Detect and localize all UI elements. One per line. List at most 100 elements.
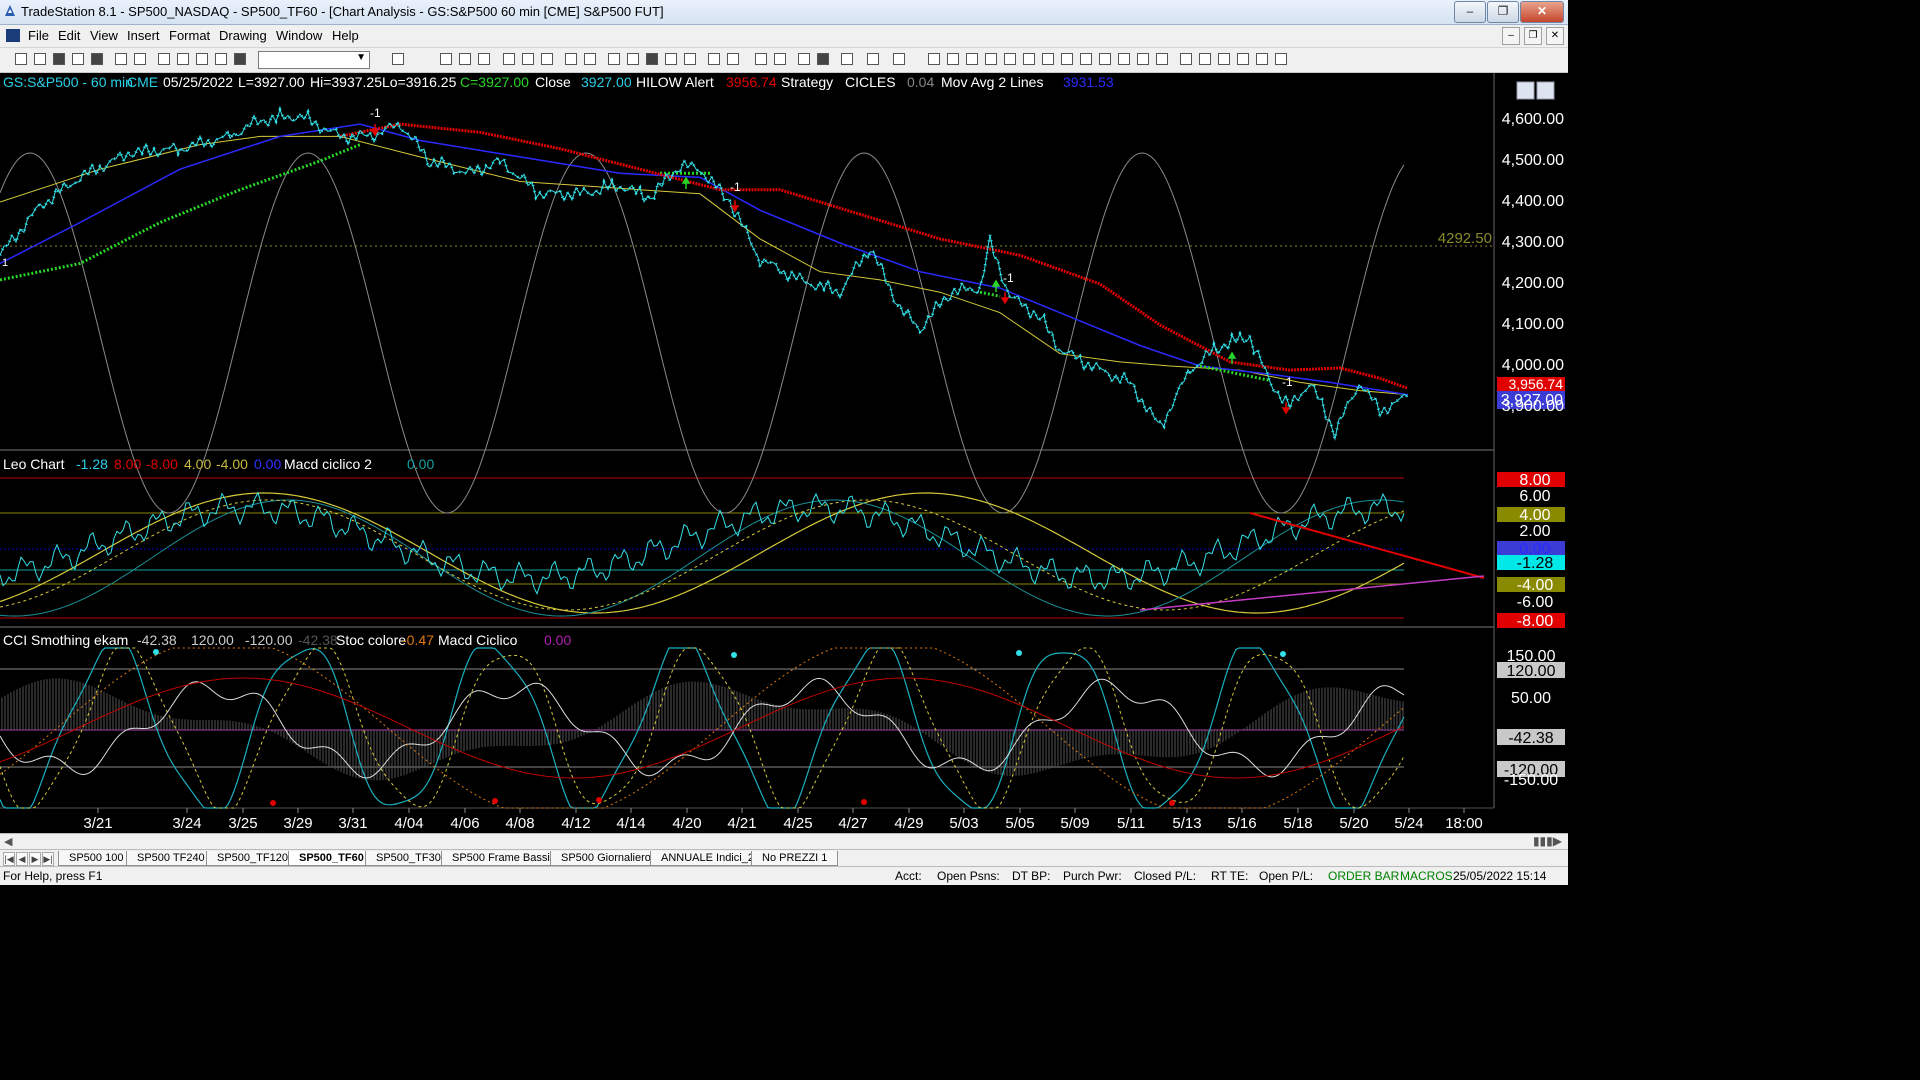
speed-line-icon[interactable] [1042,53,1054,65]
format-icon[interactable] [215,53,227,65]
arrow-down-icon[interactable] [1199,53,1211,65]
tab-annuale-indici-2[interactable]: ANNUALE Indici_2 [650,851,765,866]
mdi-minimize-button[interactable]: – [1502,27,1520,45]
record-icon[interactable] [234,53,246,65]
tab-next-icon[interactable]: ▶ [29,852,41,866]
text-icon[interactable] [1275,53,1287,65]
tab-sp500-frame-bassi[interactable]: SP500 Frame Bassi [441,851,561,866]
trendline-icon[interactable] [928,53,940,65]
chart-scrollbar[interactable]: ◀ ▮▮▮▶ [0,833,1568,850]
chart-window-icon[interactable] [6,29,20,42]
panel-restore-button[interactable] [1536,81,1555,100]
ellipse-icon[interactable] [1237,53,1249,65]
zoom-out-icon[interactable] [774,53,786,65]
scroll-bars-icon[interactable]: ▮▮▮▶ [1533,834,1562,848]
tab-first-icon[interactable]: |◀ [3,852,15,866]
arc-icon[interactable] [1004,53,1016,65]
menu-window[interactable]: Window [276,28,322,43]
tab-sp500-tf60[interactable]: SP500_TF60 [288,851,375,866]
menu-edit[interactable]: Edit [58,28,80,43]
curve-icon[interactable] [1180,53,1192,65]
regression-icon[interactable] [1061,53,1073,65]
strategy-icon[interactable] [565,53,577,65]
lookup-icon[interactable] [392,53,404,65]
gann-fan-icon[interactable] [1023,53,1035,65]
zoom-in-icon[interactable] [755,53,767,65]
maximize-button[interactable]: ❐ [1487,1,1519,23]
cci-signal-dot [731,652,737,658]
workspace-icon[interactable] [53,53,65,65]
matrix-icon[interactable] [478,53,490,65]
cut-icon[interactable] [158,53,170,65]
close-button[interactable]: ✕ [1520,1,1564,23]
alert-icon[interactable] [867,53,879,65]
menu-help[interactable]: Help [332,28,359,43]
ohlc-icon[interactable] [684,53,696,65]
chart-icon[interactable] [440,53,452,65]
candlestick-icon[interactable] [665,53,677,65]
vertical-lines-icon[interactable] [947,53,959,65]
showme-icon[interactable] [608,53,620,65]
time-axis-label: 4/25 [783,815,812,832]
fib-icon[interactable] [985,53,997,65]
paste-icon[interactable] [196,53,208,65]
scroll-left-icon[interactable]: ◀ [4,835,12,848]
mdi-restore-button[interactable]: ❐ [1524,27,1542,45]
tools-icon[interactable] [841,53,853,65]
scroll-left-icon[interactable] [708,53,720,65]
header-close-c: C=3927.00 [460,74,529,90]
time-axis-label: 4/12 [561,815,590,832]
price-axis-label: 4,300.00 [1502,234,1564,251]
tab-prev-icon[interactable]: ◀ [16,852,28,866]
header-cicles-label: CICLES [845,74,896,90]
arrow-up-icon[interactable] [1218,53,1230,65]
menu-view[interactable]: View [90,28,118,43]
tab-sp500-tf120[interactable]: SP500_TF120 [206,851,299,866]
tab-sp500-tf30[interactable]: SP500_TF30 [365,851,452,866]
arrow-both-icon[interactable] [1099,53,1111,65]
macd-ciclico-2-label: Macd ciclico 2 [284,456,372,472]
activity-bar-icon[interactable] [646,53,658,65]
panel-minimize-button[interactable] [1516,81,1535,100]
data-window-icon[interactable] [522,53,534,65]
menu-drawing[interactable]: Drawing [219,28,267,43]
chart-area[interactable]: GS:S&P500 - 60 minCME 05/25/2022 L=3927.00… [0,73,1568,833]
new-window-icon[interactable] [72,53,84,65]
tab-sp500-giornaliero[interactable]: SP500 Giornaliero [550,851,662,866]
crosshair-icon[interactable] [817,53,829,65]
mdi-close-button[interactable]: ✕ [1546,27,1564,45]
symbol-combo[interactable]: ▼ [258,51,370,69]
radarscreen-icon[interactable] [459,53,471,65]
horizontal-line-icon[interactable] [966,53,978,65]
tab-sp500-tf240[interactable]: SP500 TF240 [126,851,216,866]
tab-last-icon[interactable]: ▶| [42,852,54,866]
menu-format[interactable]: Format [169,28,210,43]
cursor-icon[interactable] [798,53,810,65]
paintbar-icon[interactable] [584,53,596,65]
bar-interval-icon[interactable] [503,53,515,65]
disabled-tool-icon[interactable] [893,53,905,65]
print-icon[interactable] [134,53,146,65]
leo-v1: -1.28 [76,456,108,472]
macros-button[interactable]: MACROS [1400,869,1453,883]
print-preview-icon[interactable] [115,53,127,65]
menu-insert[interactable]: Insert [127,28,160,43]
minimize-button[interactable]: – [1454,1,1486,23]
copy-icon[interactable] [177,53,189,65]
channel-icon[interactable] [1080,53,1092,65]
tab-no-prezzi-1[interactable]: No PREZZI 1 [751,851,839,866]
scroll-right-icon[interactable] [727,53,739,65]
open-icon[interactable] [34,53,46,65]
indicator-icon[interactable] [541,53,553,65]
save-icon[interactable] [91,53,103,65]
parallel-icon[interactable] [1118,53,1130,65]
andrews-icon[interactable] [1137,53,1149,65]
new-icon[interactable] [15,53,27,65]
rectangle-icon[interactable] [1256,53,1268,65]
window-title: TradeStation 8.1 - SP500_NASDAQ - SP500_… [21,4,664,19]
pen-icon[interactable] [1156,53,1168,65]
order-bar-button[interactable]: ORDER BAR [1328,869,1399,883]
menu-file[interactable]: File [28,28,49,43]
probability-icon[interactable] [627,53,639,65]
tab-sp500-100[interactable]: SP500 100 [58,851,135,866]
